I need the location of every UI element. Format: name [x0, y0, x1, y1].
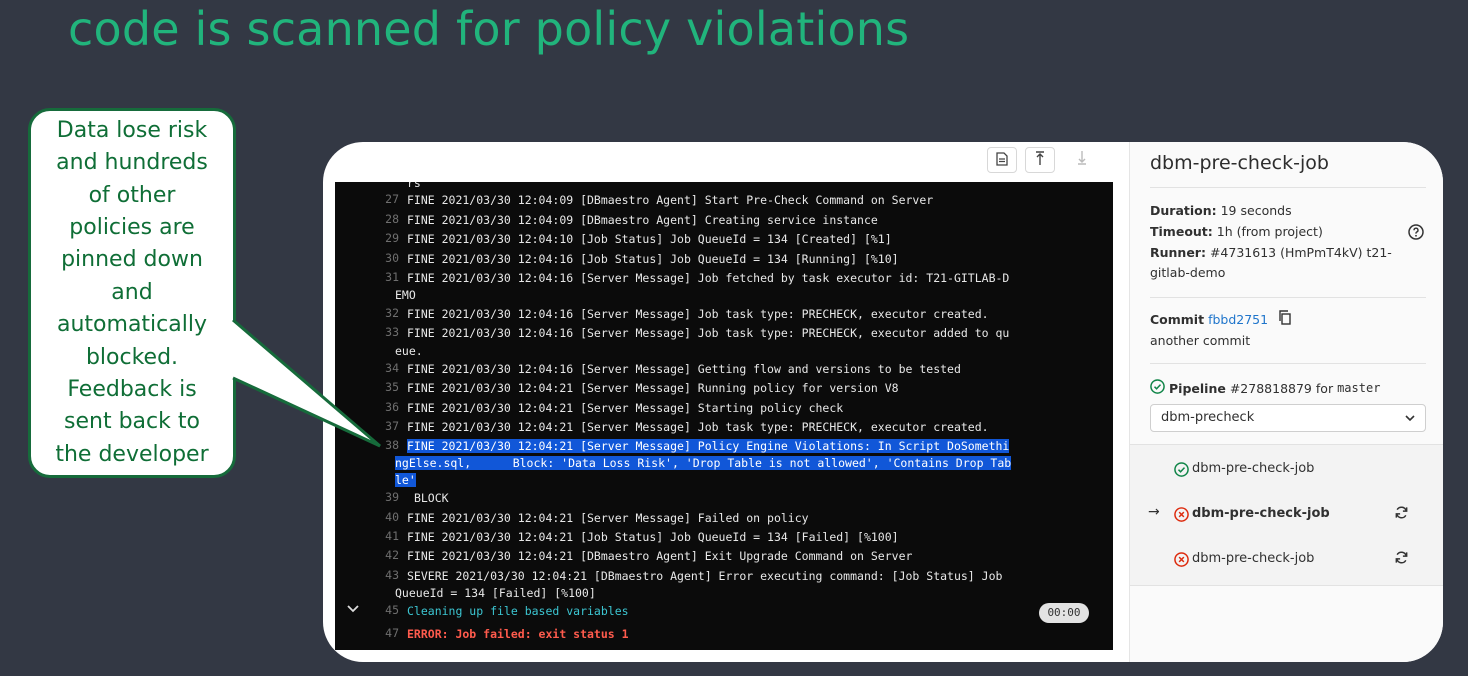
log-text: FINE 2021/03/30 12:04:21 [Server Message… [407, 438, 1097, 454]
log-text: eue. [395, 344, 423, 358]
pipeline-row: Pipeline #278818879 for master [1150, 379, 1380, 397]
log-text: le' [395, 472, 1079, 488]
log-text: FINE 2021/03/30 12:04:21 [DBmaestro Agen… [407, 549, 913, 563]
commit-label: Commit [1150, 312, 1205, 327]
arrow-down-icon [1077, 150, 1087, 170]
job-log: rs 27 FINE 2021/03/30 12:04:09 [DBmaestr… [335, 182, 1113, 650]
pipeline-id-link[interactable]: #278818879 [1230, 381, 1312, 396]
runner-label: Runner: [1150, 245, 1206, 260]
stage-dropdown[interactable]: dbm-precheck [1150, 404, 1426, 432]
log-text: rs [407, 182, 421, 190]
log-text: FINE 2021/03/30 12:04:09 [DBmaestro Agen… [407, 213, 878, 227]
callout-box: Data lose risk and hundreds of other pol… [28, 108, 236, 478]
pipeline-label: Pipeline [1169, 380, 1226, 396]
line-number: 27 [385, 192, 399, 206]
job-name: dbm-pre-check-job [1192, 551, 1315, 566]
log-text: FINE 2021/03/30 12:04:21 [Server Message… [407, 401, 844, 415]
commit-message: another commit [1150, 333, 1251, 348]
line-number: 45 [385, 603, 399, 617]
duration-row: Duration: 19 seconds [1150, 201, 1414, 221]
stage-job-list: dbm-pre-check-job → dbm-pre-check-job db… [1130, 444, 1443, 586]
callout-text: Data lose risk and hundreds of other pol… [55, 117, 209, 467]
log-text: QueueId = 134 [Failed] [%100] [395, 586, 596, 600]
line-number: 30 [385, 251, 399, 265]
line-number: 31 [385, 270, 399, 284]
log-text: FINE 2021/03/30 12:04:16 [Server Message… [407, 271, 1010, 285]
commit-row: Commit fbbd2751 [1150, 310, 1414, 331]
status-passed-icon [1150, 379, 1165, 397]
timeout-label: Timeout: [1150, 224, 1213, 239]
selected-text: le' [395, 473, 416, 487]
selected-text: FINE 2021/03/30 12:04:21 [Server Message… [407, 439, 1010, 453]
job-item[interactable]: dbm-pre-check-job [1130, 455, 1443, 485]
section-duration-badge: 00:00 [1039, 603, 1089, 623]
log-text: FINE 2021/03/30 12:04:10 [Job Status] Jo… [407, 232, 892, 246]
retry-icon[interactable] [1394, 550, 1409, 569]
log-text: FINE 2021/03/30 12:04:16 [Job Status] Jo… [407, 252, 899, 266]
line-number: 39 [385, 490, 399, 504]
log-text: FINE 2021/03/30 12:04:16 [Server Message… [407, 307, 989, 321]
log-text: ngElse.sql, Block: 'Data Loss Risk', 'Dr… [395, 455, 1113, 471]
log-text: FINE 2021/03/30 12:04:09 [DBmaestro Agen… [407, 193, 934, 207]
raw-log-button[interactable] [987, 147, 1017, 173]
timeout-row: Timeout: 1h (from project) [1150, 222, 1414, 242]
line-number: 29 [385, 231, 399, 245]
job-item[interactable]: dbm-pre-check-job [1130, 545, 1443, 575]
job-title: dbm-pre-check-job [1150, 152, 1329, 174]
job-item-current[interactable]: → dbm-pre-check-job [1130, 500, 1443, 530]
duration-value: 19 seconds [1220, 203, 1292, 218]
log-text: BLOCK [407, 491, 449, 505]
log-text: FINE 2021/03/30 12:04:16 [Server Message… [407, 326, 1010, 340]
log-text: FINE 2021/03/30 12:04:16 [Server Message… [407, 362, 961, 376]
copy-icon[interactable] [1278, 310, 1292, 331]
log-text: EMO [395, 288, 416, 302]
gitlab-job-window: rs 27 FINE 2021/03/30 12:04:09 [DBmaestr… [323, 142, 1443, 662]
line-number: 40 [385, 510, 399, 524]
slide-title: code is scanned for policy violations [68, 2, 910, 56]
document-icon [996, 151, 1008, 170]
log-text: FINE 2021/03/30 12:04:21 [Server Message… [407, 381, 899, 395]
status-passed-icon [1174, 462, 1189, 481]
divider [1150, 297, 1426, 298]
selected-text: ngElse.sql, Block: 'Data Loss Risk', 'Dr… [395, 456, 1012, 470]
commit-sha-link[interactable]: fbbd2751 [1208, 312, 1268, 327]
log-text: Cleaning up file based variables [407, 604, 629, 618]
job-name: dbm-pre-check-job [1192, 506, 1330, 521]
divider [1150, 363, 1426, 364]
log-toolbar [333, 142, 1113, 182]
branch-name[interactable]: master [1337, 381, 1380, 395]
runner-row: Runner: #4731613 (HmPmT4kV) t21-gitlab-d… [1150, 243, 1414, 283]
line-number: 42 [385, 548, 399, 562]
pipeline-for: for [1315, 380, 1334, 396]
line-number: 28 [385, 212, 399, 226]
current-job-arrow-icon: → [1148, 504, 1160, 520]
duration-label: Duration: [1150, 203, 1217, 218]
callout-pointer [232, 318, 381, 448]
divider [1150, 187, 1426, 188]
status-failed-icon [1174, 507, 1189, 526]
help-icon[interactable] [1408, 224, 1424, 244]
chevron-down-icon[interactable] [347, 603, 359, 618]
log-text: FINE 2021/03/30 12:04:21 [Server Message… [407, 511, 809, 525]
line-number: 43 [385, 568, 399, 582]
chevron-down-icon [1405, 405, 1415, 431]
scroll-to-top-button[interactable] [1025, 147, 1055, 173]
log-text: FINE 2021/03/30 12:04:21 [Job Status] Jo… [407, 530, 899, 544]
line-number: 41 [385, 529, 399, 543]
retry-icon[interactable] [1394, 505, 1409, 524]
stage-selected-value: dbm-precheck [1161, 410, 1255, 425]
job-name: dbm-pre-check-job [1192, 461, 1315, 476]
log-text: ERROR: Job failed: exit status 1 [407, 627, 629, 641]
status-failed-icon [1174, 552, 1189, 571]
log-text: SEVERE 2021/03/30 12:04:21 [DBmaestro Ag… [407, 569, 1003, 583]
timeout-value: 1h (from project) [1216, 224, 1323, 239]
line-number: 47 [385, 626, 399, 640]
log-text: FINE 2021/03/30 12:04:21 [Server Message… [407, 420, 989, 434]
job-sidebar: dbm-pre-check-job Duration: 19 seconds T… [1129, 142, 1443, 662]
scroll-to-bottom-button[interactable] [1067, 147, 1097, 173]
arrow-up-icon [1035, 150, 1045, 170]
